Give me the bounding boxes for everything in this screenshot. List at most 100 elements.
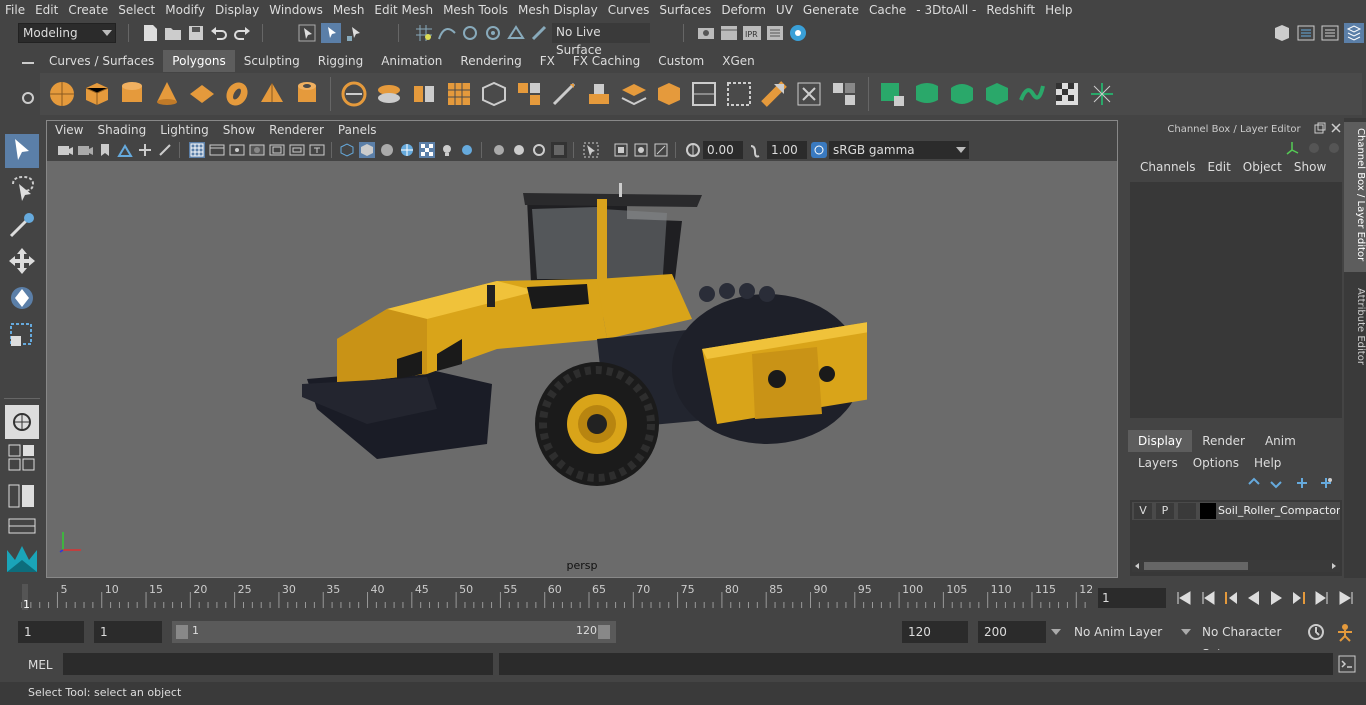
fill-hole-icon[interactable] bbox=[690, 80, 718, 108]
hypershade-icon[interactable] bbox=[788, 23, 808, 43]
tab-custom[interactable]: Custom bbox=[649, 50, 713, 72]
poly-cone-icon[interactable] bbox=[153, 80, 181, 108]
menu-mesh[interactable]: Mesh bbox=[328, 0, 370, 20]
field-chart-icon[interactable] bbox=[269, 142, 285, 158]
channel-box-menu-show[interactable]: Show bbox=[1288, 160, 1332, 174]
go-to-start-icon[interactable] bbox=[1174, 588, 1194, 608]
range-slider-start-handle[interactable] bbox=[176, 625, 188, 639]
undo-icon[interactable] bbox=[209, 23, 229, 43]
menu-redshift[interactable]: Redshift bbox=[981, 0, 1040, 20]
viewport-menu-panels[interactable]: Panels bbox=[330, 123, 383, 137]
safe-action-icon[interactable] bbox=[289, 142, 305, 158]
2d-pan-zoom-icon[interactable] bbox=[137, 142, 153, 158]
new-layer-selected-icon[interactable] bbox=[1318, 476, 1334, 490]
shelf-menu-icon[interactable] bbox=[20, 58, 36, 68]
character-set-dropdown[interactable]: No Character Set bbox=[1196, 621, 1300, 661]
depth-of-field-icon[interactable] bbox=[551, 142, 567, 158]
anim-layer-dropdown[interactable]: No Anim Layer bbox=[1068, 621, 1178, 643]
menu-generate[interactable]: Generate bbox=[798, 0, 864, 20]
layer-menu-options[interactable]: Options bbox=[1193, 456, 1246, 470]
animation-preferences-icon[interactable] bbox=[1334, 622, 1356, 642]
rotate-tool-icon[interactable] bbox=[5, 281, 39, 315]
layer-row[interactable]: V P Soil_Roller_Compactor bbox=[1132, 502, 1340, 520]
viewport-menu-view[interactable]: View bbox=[47, 123, 89, 137]
snap-point-icon[interactable] bbox=[460, 23, 480, 43]
tab-display[interactable]: Display bbox=[1128, 430, 1193, 452]
layer-playback-toggle[interactable]: P bbox=[1156, 503, 1174, 519]
menu-deform[interactable]: Deform bbox=[716, 0, 771, 20]
use-all-lights-icon[interactable] bbox=[439, 142, 455, 158]
make-live-icon[interactable] bbox=[529, 23, 549, 43]
tab-render[interactable]: Render bbox=[1192, 430, 1255, 452]
step-forward-key-icon[interactable] bbox=[1312, 588, 1332, 608]
uv-planar-icon[interactable] bbox=[878, 80, 906, 108]
menu-file[interactable]: File bbox=[0, 0, 30, 20]
isolate-select-icon[interactable] bbox=[583, 142, 599, 158]
menu-edit[interactable]: Edit bbox=[30, 0, 63, 20]
uv-cut-sew-icon[interactable] bbox=[1088, 80, 1116, 108]
playback-end-field[interactable]: 120 bbox=[902, 621, 968, 643]
auto-key-icon[interactable] bbox=[1306, 622, 1326, 642]
motion-blur-icon[interactable] bbox=[511, 142, 527, 158]
image-plane-icon[interactable] bbox=[117, 142, 133, 158]
manipulator-icon[interactable] bbox=[1284, 140, 1300, 156]
poly-cylinder-icon[interactable] bbox=[118, 80, 146, 108]
layer-visibility-toggle[interactable]: V bbox=[1134, 503, 1152, 519]
select-object-icon[interactable] bbox=[321, 23, 341, 43]
save-icon[interactable] bbox=[186, 23, 206, 43]
tab-anim[interactable]: Anim bbox=[1255, 430, 1306, 452]
viewport-menu-renderer[interactable]: Renderer bbox=[261, 123, 330, 137]
layer-display-type[interactable] bbox=[1178, 503, 1196, 519]
render-view-icon[interactable] bbox=[696, 23, 716, 43]
range-slider[interactable]: 1 120 bbox=[172, 621, 616, 643]
menu-mesh-tools[interactable]: Mesh Tools bbox=[438, 0, 513, 20]
gate-mask-icon[interactable] bbox=[249, 142, 265, 158]
uv-checker-icon[interactable] bbox=[1053, 80, 1081, 108]
step-back-frame-icon[interactable] bbox=[1220, 588, 1240, 608]
select-component-icon[interactable] bbox=[345, 23, 365, 43]
tab-animation[interactable]: Animation bbox=[372, 50, 451, 72]
combine-icon[interactable] bbox=[340, 80, 368, 108]
poly-pyramid-icon[interactable] bbox=[258, 80, 286, 108]
snap-view-plane-icon[interactable] bbox=[506, 23, 526, 43]
playback-start-field[interactable]: 1 bbox=[94, 621, 162, 643]
scale-tool-icon[interactable] bbox=[5, 318, 39, 352]
tab-curves-surfaces[interactable]: Curves / Surfaces bbox=[40, 50, 163, 72]
chevron-down-icon[interactable] bbox=[1050, 627, 1062, 637]
target-weld-icon[interactable] bbox=[795, 80, 823, 108]
menu-surfaces[interactable]: Surfaces bbox=[654, 0, 716, 20]
extrude-icon[interactable] bbox=[585, 80, 613, 108]
mirror-icon[interactable] bbox=[410, 80, 438, 108]
wireframe-icon[interactable] bbox=[339, 142, 355, 158]
anti-aliasing-icon[interactable] bbox=[531, 142, 547, 158]
menu-select[interactable]: Select bbox=[113, 0, 160, 20]
grease-pencil-icon[interactable] bbox=[157, 142, 173, 158]
exposure-icon[interactable] bbox=[685, 142, 701, 158]
multi-cut-icon[interactable] bbox=[550, 80, 578, 108]
speed-icon[interactable] bbox=[1306, 140, 1322, 156]
tab-polygons[interactable]: Polygons bbox=[163, 50, 235, 72]
smooth-icon[interactable] bbox=[445, 80, 473, 108]
merge-icon[interactable] bbox=[725, 80, 753, 108]
screen-space-ao-icon[interactable] bbox=[491, 142, 507, 158]
menu-uv[interactable]: UV bbox=[771, 0, 798, 20]
menu-curves[interactable]: Curves bbox=[603, 0, 655, 20]
camera-attributes-icon[interactable] bbox=[77, 142, 93, 158]
mode-dropdown[interactable]: Modeling bbox=[18, 23, 116, 43]
channel-list[interactable] bbox=[1130, 182, 1342, 418]
remesh-icon[interactable] bbox=[515, 80, 543, 108]
camera-icon[interactable] bbox=[57, 142, 73, 158]
wireframe-on-shaded-icon[interactable] bbox=[399, 142, 415, 158]
chevron-down-icon[interactable] bbox=[1180, 627, 1192, 637]
gamma-icon[interactable] bbox=[747, 142, 763, 158]
poly-paint-icon[interactable] bbox=[830, 80, 858, 108]
color-space-dropdown[interactable]: sRGB gamma bbox=[829, 141, 969, 159]
move-layer-down-icon[interactable] bbox=[1268, 476, 1284, 490]
menu-display[interactable]: Display bbox=[210, 0, 264, 20]
uv-unfold-icon[interactable] bbox=[1018, 80, 1046, 108]
viewport-panel[interactable]: View Shading Lighting Show Renderer Pane… bbox=[46, 120, 1118, 578]
xray-active-components-icon[interactable] bbox=[633, 142, 649, 158]
tab-fx-caching[interactable]: FX Caching bbox=[564, 50, 649, 72]
float-window-icon[interactable] bbox=[1314, 122, 1326, 134]
menu-mesh-display[interactable]: Mesh Display bbox=[513, 0, 603, 20]
